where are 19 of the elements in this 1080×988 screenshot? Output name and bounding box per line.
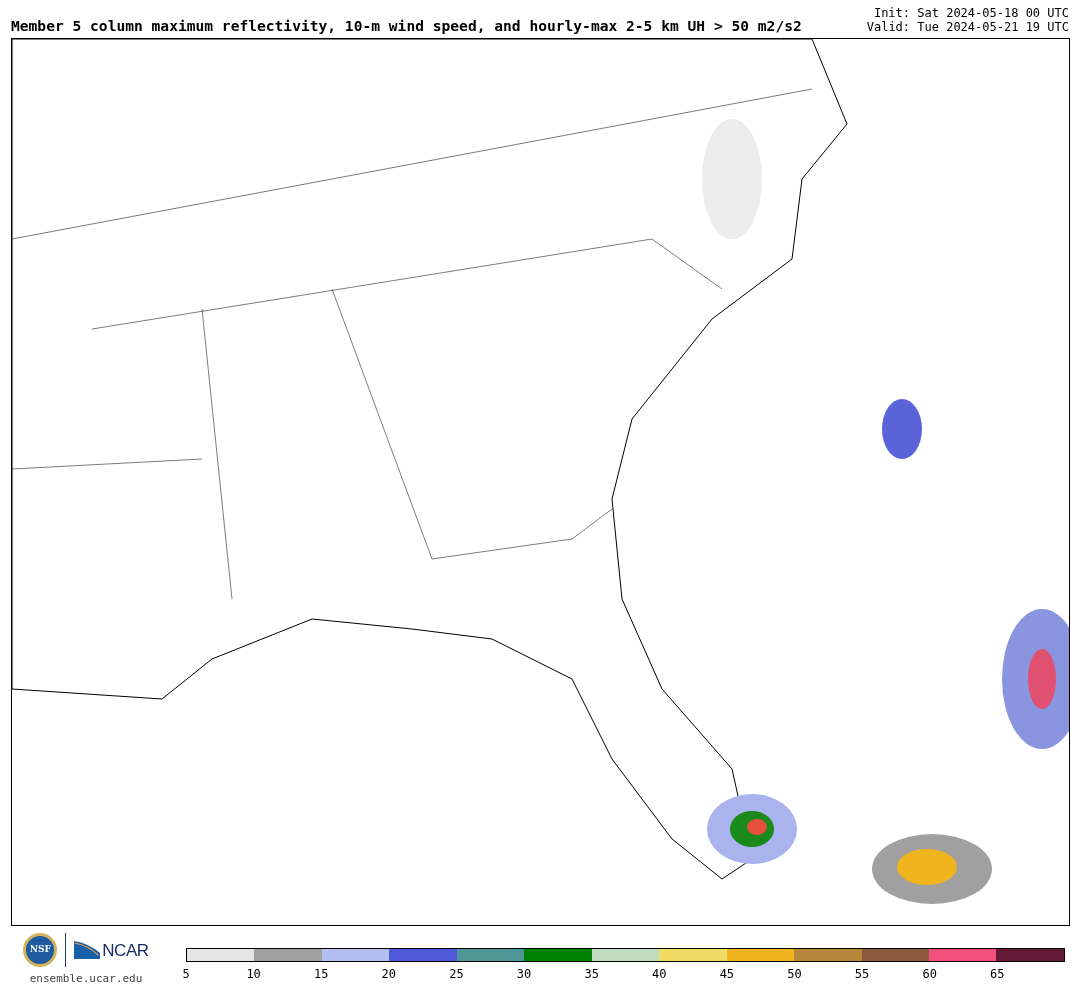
tick-label: 40 (652, 966, 667, 983)
website-link[interactable]: ensemble.ucar.edu (29, 971, 143, 988)
tick-label: 15 (314, 966, 329, 983)
tick-label: 30 (516, 966, 532, 983)
tick-label: 5 (182, 966, 190, 983)
ncar-logo: NCAR (74, 941, 149, 959)
tick-label: 65 (990, 966, 1005, 983)
valid-time: Valid: Tue 2024-05-21 19 UTC (866, 20, 1069, 34)
tick-label: 20 (381, 966, 397, 983)
tick-label: 50 (787, 966, 802, 983)
tick-label: 60 (922, 966, 937, 983)
nsf-logo: NSF (23, 933, 58, 967)
tick-label: 55 (854, 966, 870, 983)
chart-title: Member 5 column maximum reflectivity, 10-m wind speed, and hourly-max 2-5 km UH > 50 m2/s2 (11, 19, 802, 34)
tick-label: 25 (449, 966, 464, 983)
tick-label: 35 (584, 966, 599, 983)
tick-label: 10 (246, 966, 261, 983)
tick-label: 45 (719, 966, 735, 983)
init-time: Init: Sat 2024-05-18 00 UTC (873, 6, 1069, 20)
